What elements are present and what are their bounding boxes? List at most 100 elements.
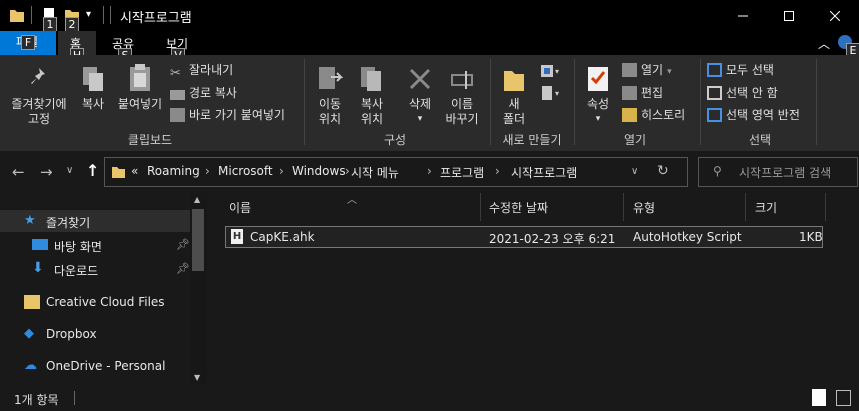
select-all-button[interactable]: 모두 선택 [707, 61, 774, 78]
scroll-down-icon[interactable]: ▼ [194, 373, 200, 382]
onedrive-icon: ☁ [24, 358, 37, 373]
copy-to-button[interactable]: 복사 위치 [352, 59, 392, 129]
large-icons-view-icon[interactable] [836, 390, 851, 406]
nav-item-onedrive[interactable]: ☁ OneDrive - Personal [0, 355, 190, 377]
move-to-icon [319, 67, 343, 89]
easy-access-button[interactable]: ▾ [540, 85, 564, 103]
rename-icon [451, 71, 473, 89]
breadcrumb-start-menu[interactable]: 시작 메뉴 [351, 164, 399, 181]
recent-locations-icon[interactable]: ∨ [66, 165, 73, 176]
svg-text:▾: ▾ [555, 89, 559, 98]
refresh-icon[interactable]: ↻ [657, 163, 669, 179]
pin-icon [31, 68, 45, 84]
rename-button[interactable]: 이름 바꾸기 [440, 59, 484, 129]
group-label-clipboard: 클립보드 [127, 133, 173, 147]
group-label-organize: 구성 [383, 133, 407, 147]
open-icon [622, 63, 637, 77]
nav-scrollbar[interactable]: ▲ ▼ [190, 193, 207, 385]
column-header-name[interactable]: 이름 [229, 199, 251, 216]
search-input[interactable]: ⚲ 시작프로그램 검색 [698, 157, 858, 187]
invert-selection-button[interactable]: 선택 영역 반전 [707, 106, 800, 123]
item-count: 1개 항목 [14, 393, 59, 407]
window-title: 시작프로그램 [120, 11, 192, 26]
delete-button[interactable]: 삭제 ▾ [402, 59, 438, 129]
up-arrow-icon[interactable]: ↑ [86, 161, 99, 180]
collapse-ribbon-icon[interactable]: ︿ [818, 35, 830, 52]
nav-item-dropbox[interactable]: ◆ Dropbox [0, 323, 190, 345]
copy-path-button[interactable]: 경로 복사 [170, 84, 237, 101]
paste-button[interactable]: 붙여넣기 [114, 59, 166, 119]
new-folder-icon [504, 71, 524, 91]
scrollbar-thumb[interactable] [192, 209, 204, 271]
nav-item-quick-access[interactable]: ★ 즐겨찾기 [0, 210, 190, 232]
easy-access-icon: ▾ [542, 86, 559, 100]
keytip-1: 1 [43, 17, 57, 32]
pin-icon[interactable]: 📌︎ [176, 262, 190, 275]
new-item-button[interactable]: ▾ [540, 63, 564, 81]
nav-item-downloads[interactable]: ⬇ 다운로드 📌︎ [0, 258, 190, 280]
pin-icon[interactable]: 📌︎ [176, 238, 190, 251]
details-view-icon[interactable] [812, 389, 826, 406]
breadcrumb-microsoft[interactable]: Microsoft [218, 164, 273, 178]
forward-arrow-icon[interactable]: → [40, 163, 53, 181]
new-item-icon: ▾ [541, 65, 559, 77]
paste-shortcut-icon [170, 108, 185, 122]
table-row[interactable]: H CapKE.ahk 2021-02-23 오후 6:21 AutoHotke… [225, 226, 823, 248]
tab-file[interactable]: 파일 F [0, 31, 56, 55]
properties-button[interactable]: 속성 ▾ [580, 59, 616, 129]
properties-check-icon [588, 67, 608, 91]
invert-selection-icon [707, 108, 722, 122]
paste-shortcut-button[interactable]: 바로 가기 붙여넣기 [170, 106, 285, 123]
ahk-file-icon: H [231, 229, 243, 244]
column-header-size[interactable]: 크기 [755, 199, 777, 216]
nav-item-creative-cloud[interactable]: Creative Cloud Files [0, 291, 190, 313]
minimize-button[interactable] [720, 0, 766, 31]
address-dropdown-icon[interactable]: ∨ [631, 166, 638, 177]
tab-view[interactable]: 보기 V [158, 31, 198, 63]
properties-dropdown-icon[interactable]: ▾ [580, 112, 616, 127]
select-none-icon [707, 86, 722, 100]
open-button[interactable]: 열기 ▾ [622, 61, 672, 78]
new-folder-button[interactable]: 새 폴더 [496, 59, 532, 129]
copy-path-icon [170, 90, 185, 100]
tab-home[interactable]: 홈 H [58, 31, 96, 63]
breadcrumb-windows[interactable]: Windows [292, 164, 346, 178]
cell-name: CapKE.ahk [250, 230, 315, 244]
search-placeholder: 시작프로그램 검색 [739, 166, 832, 180]
tab-share[interactable]: 공유 S [104, 31, 144, 63]
pin-to-quick-access-button[interactable]: 즐겨찾기에 고정 [4, 59, 74, 129]
nav-item-desktop[interactable]: 바탕 화면 📌︎ [0, 234, 190, 256]
edit-button[interactable]: 편집 [622, 84, 663, 101]
breadcrumb-overflow[interactable]: « [131, 164, 138, 178]
breadcrumb-programs[interactable]: 프로그램 [440, 164, 484, 181]
file-list: ︿ 이름 수정한 날짜 유형 크기 H CapKE.ahk 2021-02-23… [207, 193, 859, 385]
column-header-modified[interactable]: 수정한 날짜 [489, 199, 548, 216]
cut-button[interactable]: ✂ 잘라내기 [170, 61, 233, 81]
status-bar: 1개 항목 [0, 385, 859, 411]
maximize-button[interactable] [766, 0, 812, 31]
column-header-type[interactable]: 유형 [633, 199, 655, 216]
ribbon: 즐겨찾기에 고정 복사 붙여넣기 ✂ 잘라내기 경로 복사 바로 가기 붙여넣기 … [0, 55, 859, 152]
scroll-up-icon[interactable]: ▲ [194, 195, 200, 204]
copy-icon [83, 67, 103, 91]
select-none-button[interactable]: 선택 안 함 [707, 84, 778, 101]
group-label-open: 열기 [623, 133, 647, 147]
folder-icon [10, 10, 24, 22]
group-label-new: 새로 만들기 [502, 133, 562, 147]
creative-cloud-icon [24, 295, 40, 309]
history-button[interactable]: 히스토리 [622, 106, 685, 123]
copy-button[interactable]: 복사 [76, 59, 110, 119]
back-arrow-icon[interactable]: ← [12, 163, 25, 181]
paste-icon [130, 64, 150, 91]
cell-size: 1KB [799, 230, 823, 244]
sort-ascending-icon: ︿ [347, 195, 357, 206]
address-bar-row: ← → ∨ ↑ « Roaming › Microsoft › Windows … [0, 151, 859, 193]
breadcrumb-startup[interactable]: 시작프로그램 [511, 164, 577, 181]
address-path-box[interactable]: « Roaming › Microsoft › Windows › 시작 메뉴 … [104, 157, 688, 187]
delete-dropdown-icon[interactable]: ▾ [402, 112, 438, 127]
close-button[interactable] [812, 0, 858, 31]
quick-access-dropdown-icon[interactable]: ▾ [86, 9, 91, 27]
svg-text:▾: ▾ [555, 67, 559, 76]
move-to-button[interactable]: 이동 위치 [310, 59, 350, 129]
breadcrumb-roaming[interactable]: Roaming [147, 164, 200, 178]
